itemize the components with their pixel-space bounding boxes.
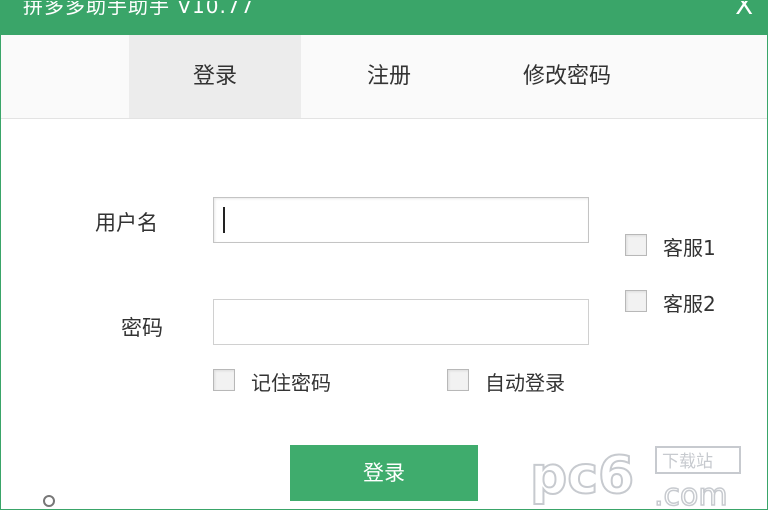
status-circle-icon [43,495,55,507]
app-window: 拼多多助手助手 V10.77 X 登录 注册 修改密码 用户名 密码 客服1 客… [0,0,768,510]
username-input[interactable] [213,197,589,243]
close-icon[interactable]: X [735,1,753,19]
tab-bar: 登录 注册 修改密码 [1,35,767,119]
tab-change-password[interactable]: 修改密码 [477,35,657,118]
auto-login-checkbox[interactable] [447,369,469,391]
pc6-watermark-logo: pc6 下载站 .com [529,445,741,510]
watermark-domain: .com [654,478,728,510]
service1-label[interactable]: 客服1 [663,232,716,261]
login-button[interactable]: 登录 [290,445,478,501]
tab-register-label: 注册 [366,64,411,89]
service2-checkbox[interactable] [625,290,647,312]
watermark-tag: 下载站 [662,452,713,472]
remember-password-label[interactable]: 记住密码 [251,367,331,396]
username-label: 用户名 [95,211,158,235]
service1-checkbox[interactable] [625,234,647,256]
text-caret [223,207,225,233]
watermark-brand: pc6 [530,446,634,506]
tab-login[interactable]: 登录 [129,35,301,118]
title-bar[interactable]: 拼多多助手助手 V10.77 X [1,1,767,35]
auto-login-label[interactable]: 自动登录 [485,367,565,396]
password-label: 密码 [121,316,163,340]
tab-login-label: 登录 [192,64,237,89]
window-title: 拼多多助手助手 V10.77 [23,0,255,18]
tab-change-password-label: 修改密码 [522,64,611,89]
service2-label[interactable]: 客服2 [663,288,716,317]
remember-password-checkbox[interactable] [213,369,235,391]
tab-register[interactable]: 注册 [301,35,477,118]
password-input[interactable] [213,299,589,345]
